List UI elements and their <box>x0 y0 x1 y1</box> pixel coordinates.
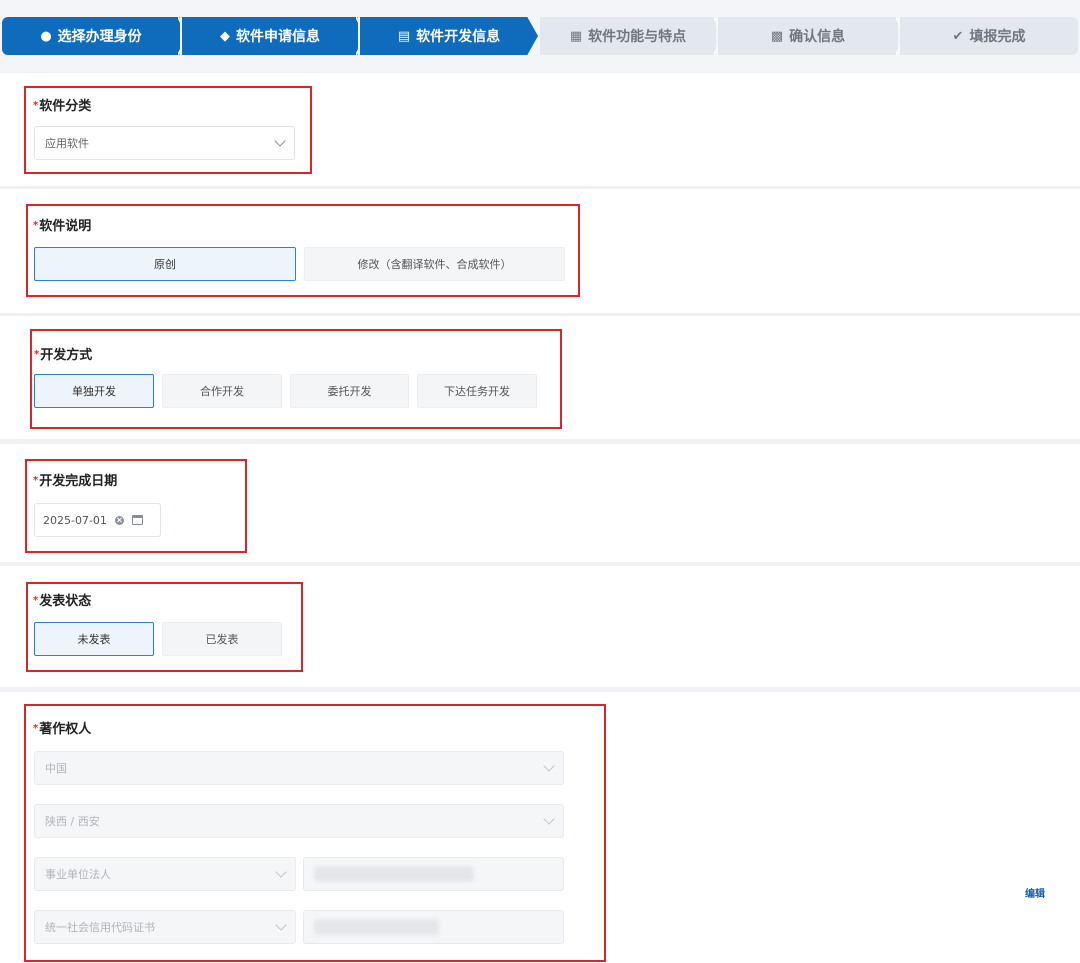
step-label: 软件申请信息 <box>236 29 320 45</box>
id-number-input[interactable] <box>303 910 564 944</box>
redacted-text <box>314 919 439 935</box>
clipboard-icon: ▩ <box>770 28 784 44</box>
option-modified[interactable]: 修改（含翻译软件、合成软件） <box>304 247 565 281</box>
chevron-down-icon <box>543 760 555 772</box>
step-select-identity[interactable]: ● 选择办理身份 <box>2 17 180 55</box>
option-published[interactable]: 已发表 <box>162 622 282 656</box>
step-label: 填报完成 <box>969 29 1026 45</box>
chevron-down-icon <box>275 919 287 931</box>
section-publish-status: *发表状态 未发表 已发表 <box>0 566 1080 687</box>
edit-link[interactable]: 编辑 <box>1025 885 1045 900</box>
chevron-down-icon <box>543 813 555 825</box>
calendar-icon[interactable] <box>131 515 143 525</box>
user-icon: ● <box>40 28 52 44</box>
step-development-info[interactable]: ▤ 软件开发信息 <box>360 17 538 55</box>
section-software-description: *软件说明 原创 修改（含翻译软件、合成软件） <box>0 189 1080 313</box>
field-label: *软件分类 <box>33 99 92 114</box>
clear-icon[interactable] <box>114 515 124 525</box>
keyboard-icon: ▤ <box>397 28 411 44</box>
region-select[interactable]: 陕西 / 西安 <box>34 804 564 838</box>
software-category-select[interactable]: 应用软件 <box>34 126 295 160</box>
step-confirm[interactable]: ▩ 确认信息 <box>718 17 898 55</box>
step-label: 软件开发信息 <box>416 29 501 45</box>
chevron-down-icon <box>274 135 286 147</box>
country-select[interactable]: 中国 <box>34 751 564 785</box>
step-application-info[interactable]: ◆ 软件申请信息 <box>182 17 358 55</box>
option-unpublished[interactable]: 未发表 <box>34 622 154 656</box>
section-software-category: *软件分类 应用软件 <box>0 73 1080 186</box>
progress-stepper: ● 选择办理身份 ◆ 软件申请信息 ▤ 软件开发信息 ▦ 软件功能与特点 ▩ 确… <box>0 0 1080 72</box>
section-copyright-owner: *著作权人 中国 陕西 / 西安 事业单位法人 统一社会信用代码证书 编辑 <box>0 692 1080 963</box>
section-completion-date: *开发完成日期 2025-07-01 <box>0 444 1080 562</box>
step-label: 确认信息 <box>789 29 846 45</box>
step-complete[interactable]: ✔ 填报完成 <box>900 17 1078 55</box>
location-pin-icon: ◆ <box>220 28 230 44</box>
field-label: *开发完成日期 <box>33 474 118 489</box>
option-assigned-task-development[interactable]: 下达任务开发 <box>417 374 537 408</box>
owner-type-select[interactable]: 事业单位法人 <box>34 857 296 891</box>
document-icon: ▦ <box>569 28 583 44</box>
redacted-text <box>314 866 474 882</box>
option-solo-development[interactable]: 单独开发 <box>34 374 154 408</box>
chevron-down-icon <box>275 866 287 878</box>
field-label: *著作权人 <box>33 722 92 737</box>
completion-date-picker[interactable]: 2025-07-01 <box>34 503 161 537</box>
step-label: 软件功能与特点 <box>588 29 687 45</box>
field-label: *开发方式 <box>34 348 93 363</box>
option-cooperative-development[interactable]: 合作开发 <box>162 374 282 408</box>
owner-name-input[interactable] <box>303 857 564 891</box>
field-label: *软件说明 <box>33 219 92 234</box>
section-development-method: *开发方式 单独开发 合作开发 委托开发 下达任务开发 <box>0 316 1080 439</box>
field-label: *发表状态 <box>33 594 92 609</box>
check-circle-icon: ✔ <box>952 28 964 44</box>
option-original[interactable]: 原创 <box>34 247 296 281</box>
option-commissioned-development[interactable]: 委托开发 <box>290 374 409 408</box>
step-features[interactable]: ▦ 软件功能与特点 <box>540 17 716 55</box>
id-type-select[interactable]: 统一社会信用代码证书 <box>34 910 296 944</box>
step-label: 选择办理身份 <box>57 29 142 45</box>
